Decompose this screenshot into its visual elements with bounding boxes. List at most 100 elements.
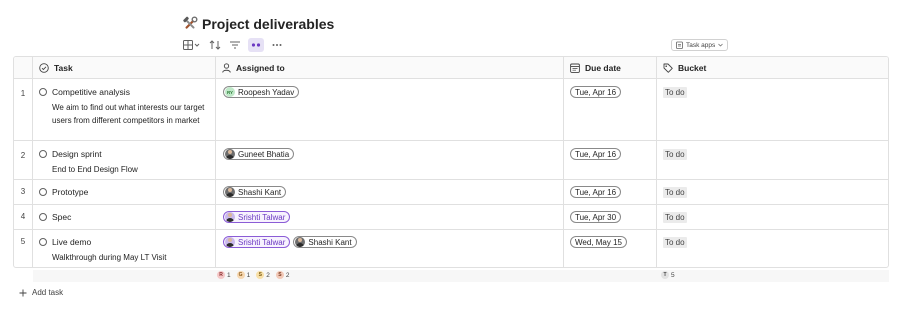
table-row[interactable]: 2 Design sprint End to End Design Flow G… [14,141,888,180]
bucket-cell[interactable]: To do [657,230,888,267]
bucket-tag[interactable]: To do [663,212,687,223]
filter-button[interactable] [228,38,242,52]
bucket-tag[interactable]: To do [663,149,687,160]
avatar: G [236,271,245,279]
due-date-cell[interactable]: Wed, May 15 [564,230,657,267]
column-header-task[interactable]: Task [33,57,216,78]
bucket-summary: T 5 [661,271,678,279]
due-date[interactable]: Wed, May 15 [570,236,627,248]
task-cell[interactable]: Live demo Walkthrough during May LT Visi… [33,230,216,267]
column-header-due[interactable]: Due date [564,57,657,78]
page-title: Project deliverables [182,14,334,34]
sort-button[interactable] [208,38,222,52]
assignee-name: Guneet Bhatia [238,149,290,159]
assignee-pill[interactable]: RY Roopesh Yadav [223,86,300,98]
row-number-text: 1 [20,89,26,98]
bucket-tag[interactable]: To do [663,87,687,98]
assigned-cell[interactable]: Srishti Talwar [216,205,564,229]
task-cell[interactable]: Design sprint End to End Design Flow [33,141,216,179]
bucket-cell[interactable]: To do [657,79,888,140]
table-row[interactable]: 4 Spec Srishti Talwar Tue, Apr 30 To do [14,205,888,230]
assigned-cell[interactable]: Guneet Bhatia [216,141,564,179]
more-options-button[interactable] [270,38,284,52]
grid-view-icon [183,40,200,50]
column-header-assigned[interactable]: Assigned to [216,57,564,78]
check-circle-icon [39,63,49,73]
group-icon [251,43,261,47]
bucket-cell[interactable]: To do [657,205,888,229]
summary-item: S 2 [256,271,270,279]
complete-task-checkbox[interactable] [39,238,47,246]
table-row[interactable]: 3 Prototype Shashi Kant Tue, Apr 16 To d… [14,180,888,205]
task-title[interactable]: Spec [52,212,71,222]
group-button[interactable] [248,38,264,52]
filter-icon [230,41,240,49]
complete-task-checkbox[interactable] [39,88,47,96]
due-date-cell[interactable]: Tue, Apr 16 [564,141,657,179]
bucket-tag[interactable]: To do [663,237,687,248]
assignee-name: Roopesh Yadav [238,87,295,97]
task-description: We aim to find out what interests our ta… [52,103,205,125]
bucket-tag[interactable]: To do [663,187,687,198]
row-number: 5 [14,230,33,267]
assignee-pill[interactable]: Guneet Bhatia [223,148,295,160]
toolbar [182,38,284,52]
row-number-text: 2 [20,151,26,160]
table-row[interactable]: 5 Live demo Walkthrough during May LT Vi… [14,230,888,267]
due-date-cell[interactable]: Tue, Apr 16 [564,79,657,140]
avatar: S [256,271,265,279]
hammer-wrench-icon [182,16,198,32]
complete-task-checkbox[interactable] [39,213,47,221]
assigned-cell[interactable]: Shashi Kant [216,180,564,204]
assigned-cell[interactable]: RY Roopesh Yadav [216,79,564,140]
avatar: S [275,271,284,279]
task-cell[interactable]: Prototype [33,180,216,204]
due-date[interactable]: Tue, Apr 16 [570,186,622,198]
bucket-cell[interactable]: To do [657,141,888,179]
assignee-pill[interactable]: Srishti Talwar [223,236,291,248]
assignee-name: Shashi Kant [238,187,282,197]
task-cell[interactable]: Competitive analysis We aim to find out … [33,79,216,140]
assignee-name: Shashi Kant [308,237,352,247]
summary-item: G 1 [236,271,251,279]
task-title[interactable]: Competitive analysis [52,87,130,97]
task-cell[interactable]: Spec [33,205,216,229]
due-date[interactable]: Tue, Apr 16 [570,148,622,160]
complete-task-checkbox[interactable] [39,188,47,196]
complete-task-checkbox[interactable] [39,150,47,158]
task-title[interactable]: Design sprint [52,149,102,159]
assignee-pill[interactable]: Shashi Kant [293,236,357,248]
task-apps-button[interactable]: Task apps [671,39,729,51]
bucket-cell[interactable]: To do [657,180,888,204]
task-title[interactable]: Live demo [52,237,91,247]
due-date[interactable]: Tue, Apr 30 [570,211,622,223]
task-title[interactable]: Prototype [52,187,88,197]
avatar [295,237,306,247]
chevron-down-icon [718,43,724,47]
summary-count: 5 [671,271,675,279]
assignee-pill[interactable]: Shashi Kant [223,186,287,198]
assignee-name: Srishti Talwar [238,237,286,247]
task-grid: Task Assigned to Due date Bucket 1 Compe… [13,56,889,268]
assigned-cell[interactable]: Srishti Talwar Shashi Kant [216,230,564,267]
calendar-icon [570,63,580,73]
table-row[interactable]: 1 Competitive analysis We aim to find ou… [14,79,888,141]
assignee-name: Srishti Talwar [238,212,286,222]
avatar [225,187,235,197]
grid-view-button[interactable] [182,38,202,52]
task-description: Walkthrough during May LT Visit [52,253,167,262]
avatar: RY [225,87,235,97]
assignee-summary: R 1 G 1 S 2 S 2 [217,271,293,279]
avatar [225,212,235,222]
column-header-bucket[interactable]: Bucket [657,57,888,78]
due-date-cell[interactable]: Tue, Apr 16 [564,180,657,204]
assignee-pill[interactable]: Srishti Talwar [223,211,291,223]
add-task-button[interactable]: Add task [19,288,63,297]
sort-icon [209,40,221,50]
row-number-text: 5 [20,237,26,246]
avatar: R [217,271,225,279]
summary-count: 1 [246,271,251,279]
summary-count: 2 [266,271,270,279]
due-date[interactable]: Tue, Apr 16 [570,86,622,98]
due-date-cell[interactable]: Tue, Apr 30 [564,205,657,229]
